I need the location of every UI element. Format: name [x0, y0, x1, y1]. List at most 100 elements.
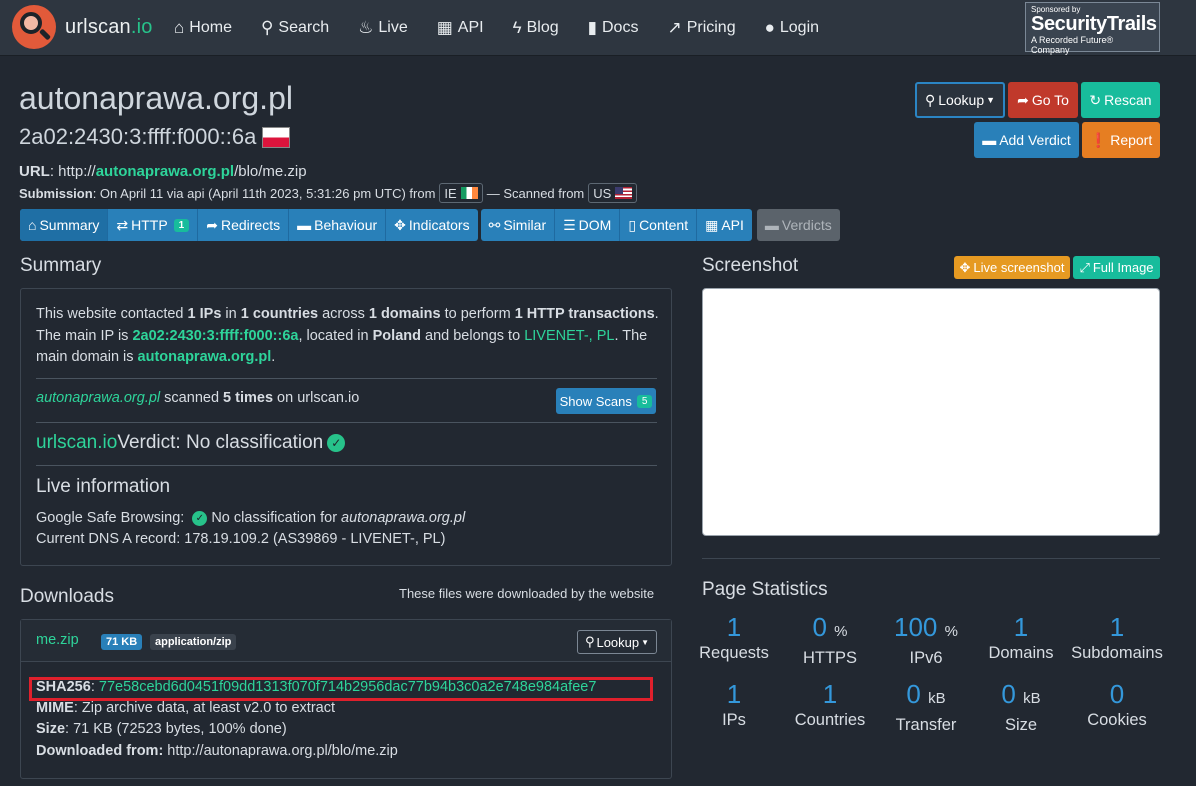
- sha256-link[interactable]: 77e58cebd6d0451f09dd1313f070f714b2956dac…: [99, 679, 597, 695]
- live-screenshot-button[interactable]: ✥ Live screenshot: [954, 256, 1070, 279]
- refresh-icon: ↻: [1089, 91, 1102, 108]
- search-icon: ⚲: [584, 634, 595, 649]
- page-screenshot[interactable]: [702, 288, 1160, 536]
- stat-ips[interactable]: 1 IPs: [686, 679, 782, 730]
- dns-record-line: Current DNS A record: 178.19.109.2 (AS39…: [36, 531, 446, 547]
- nav-live[interactable]: ♨ Live: [358, 18, 408, 38]
- comment-icon: ▬: [764, 217, 779, 233]
- main-domain-link[interactable]: autonaprawa.org.pl: [138, 349, 272, 365]
- tab-content[interactable]: ▯ Content: [620, 209, 698, 241]
- goto-button[interactable]: ➦ Go To: [1008, 82, 1078, 118]
- ireland-flag-icon: [460, 187, 478, 199]
- main-ip-heading: 2a02:2430:3:ffff:f000::6a: [19, 124, 291, 150]
- tab-indicators[interactable]: ✥ Indicators: [386, 209, 477, 241]
- urlscan-verdict: urlscan.io Verdict: No classification ✓: [36, 432, 346, 454]
- stat-countries[interactable]: 1 Countries: [782, 679, 878, 730]
- live-information-heading: Live information: [36, 476, 171, 497]
- nav-search[interactable]: ⚲ Search: [261, 18, 329, 38]
- divider: [36, 465, 657, 466]
- tab-behaviour[interactable]: ▬ Behaviour: [289, 209, 387, 241]
- exchange-icon: ⇄: [116, 216, 129, 233]
- share-icon: ➦: [206, 216, 218, 233]
- tab-api[interactable]: ▦ API: [697, 209, 752, 241]
- rescan-button[interactable]: ↻ Rescan: [1081, 82, 1160, 118]
- stat-cookies[interactable]: 0 Cookies: [1069, 679, 1165, 730]
- downloaded-from-line: Downloaded from: http://autonaprawa.org.…: [36, 743, 398, 759]
- main-ip-link[interactable]: 2a02:2430:3:ffff:f000::6a: [132, 328, 298, 344]
- result-tabs: ⌂ Summary ⇄ HTTP 1 ➦ Redirects ▬ Behaviour ✥ I…: [20, 209, 840, 241]
- submission-country-badge: IE: [439, 183, 483, 203]
- qrcode-icon: ▦: [705, 216, 719, 233]
- stat-ipv6: 100 % IPv6: [894, 612, 958, 667]
- download-filename-link[interactable]: me.zip: [36, 632, 79, 648]
- download-lookup-button[interactable]: ⚲ Lookup ▼: [577, 630, 657, 654]
- divider: [36, 422, 657, 423]
- nav-docs[interactable]: ▮ Docs: [588, 18, 639, 38]
- scans-count-badge: 5: [636, 394, 653, 408]
- check-circle-icon: ✓: [327, 434, 346, 452]
- summary-heading: Summary: [20, 255, 102, 276]
- page-title: autonaprawa.org.pl: [19, 80, 293, 116]
- nav-blog[interactable]: ϟ Blog: [513, 18, 559, 38]
- submission-line: Submission: On April 11 via api (April 1…: [19, 183, 641, 203]
- tab-dom[interactable]: ☰ DOM: [555, 209, 621, 241]
- divider: [702, 558, 1160, 559]
- mime-type-badge: application/zip: [150, 634, 237, 650]
- tab-verdicts[interactable]: ▬ Verdicts: [756, 209, 840, 241]
- summary-text: This website contacted 1 IPs in 1 countr…: [36, 306, 659, 365]
- comment-icon: ▬: [982, 132, 997, 148]
- brand-link[interactable]: urlscan.io: [12, 5, 153, 49]
- home-icon: ⌂: [174, 18, 185, 37]
- stat-domains[interactable]: 1 Domains: [973, 612, 1069, 663]
- summary-panel: This website contacted 1 IPs in 1 countr…: [20, 288, 672, 566]
- stat-subdomains[interactable]: 1 Subdomains: [1069, 612, 1165, 663]
- url-line: URL: http://autonaprawa.org.pl/blo/me.zi…: [19, 163, 307, 180]
- tab-similar[interactable]: ⚯ Similar: [481, 209, 556, 241]
- http-count-badge: 1: [173, 218, 190, 232]
- scan-count-line: autonaprawa.org.pl scanned 5 times on ur…: [36, 390, 360, 406]
- show-scans-button[interactable]: Show Scans 5: [556, 388, 656, 414]
- file-size-badge: 71 KB: [101, 634, 143, 650]
- downloads-heading: Downloads: [20, 586, 114, 607]
- stat-requests[interactable]: 1 Requests: [686, 612, 782, 663]
- page-statistics-heading: Page Statistics: [702, 579, 828, 600]
- lookup-dropdown-button[interactable]: ⚲ Lookup ▼: [915, 82, 1005, 118]
- stat-transfer: 0 kB Transfer: [895, 679, 957, 734]
- fire-icon: ♨: [358, 18, 374, 37]
- list-icon: ☰: [563, 216, 576, 233]
- asn-link[interactable]: LIVENET-, PL: [524, 328, 614, 344]
- nav-home[interactable]: ⌂ Home: [174, 18, 232, 38]
- check-circle-icon: ✓: [192, 510, 208, 526]
- download-panel: me.zip 71 KB application/zip ⚲ Lookup ▼ SH…: [20, 619, 672, 779]
- sha256-line: SHA256: 77e58cebd6d0451f09dd1313f070f714…: [36, 679, 597, 695]
- search-icon: ⚲: [924, 91, 936, 108]
- nav-login[interactable]: ● Login: [765, 18, 819, 38]
- report-button[interactable]: ❗ Report: [1082, 122, 1160, 158]
- size-line: Size: 71 KB (72523 bytes, 100% done): [36, 721, 287, 737]
- tab-redirects[interactable]: ➦ Redirects: [198, 209, 290, 241]
- bolt-icon: ϟ: [512, 18, 522, 37]
- expand-icon: ⤢: [1079, 259, 1090, 275]
- us-flag-icon: [615, 187, 633, 199]
- sponsor-banner[interactable]: Sponsored by SecurityTrails A Recorded F…: [1025, 2, 1160, 55]
- divider: [36, 378, 657, 379]
- tab-http[interactable]: ⇄ HTTP 1: [108, 209, 199, 241]
- crosshairs-icon: ✥: [394, 216, 406, 233]
- nav-pricing[interactable]: ↗ Pricing: [667, 18, 735, 38]
- screenshot-heading: Screenshot: [702, 255, 799, 276]
- stat-size: 0 kB Size: [1001, 679, 1041, 734]
- exclamation-icon: ❗: [1089, 131, 1108, 148]
- safe-browsing-line: Google Safe Browsing: ✓ No classification …: [36, 510, 466, 526]
- link-icon: ⚯: [488, 216, 501, 233]
- caret-down-icon: ▼: [641, 637, 650, 647]
- poland-flag-icon: [262, 126, 291, 148]
- brand-name: urlscan.io: [65, 15, 153, 38]
- scanned-domain-link[interactable]: autonaprawa.org.pl: [36, 390, 160, 406]
- full-image-button[interactable]: ⤢ Full Image: [1073, 256, 1160, 279]
- file-icon: ▯: [628, 216, 637, 233]
- add-verdict-button[interactable]: ▬ Add Verdict: [974, 122, 1079, 158]
- tab-summary[interactable]: ⌂ Summary: [20, 209, 109, 241]
- download-header: me.zip 71 KB application/zip ⚲ Lookup ▼: [21, 620, 671, 662]
- nav-api[interactable]: ▦ API: [437, 18, 484, 38]
- url-domain-link[interactable]: autonaprawa.org.pl: [96, 163, 234, 180]
